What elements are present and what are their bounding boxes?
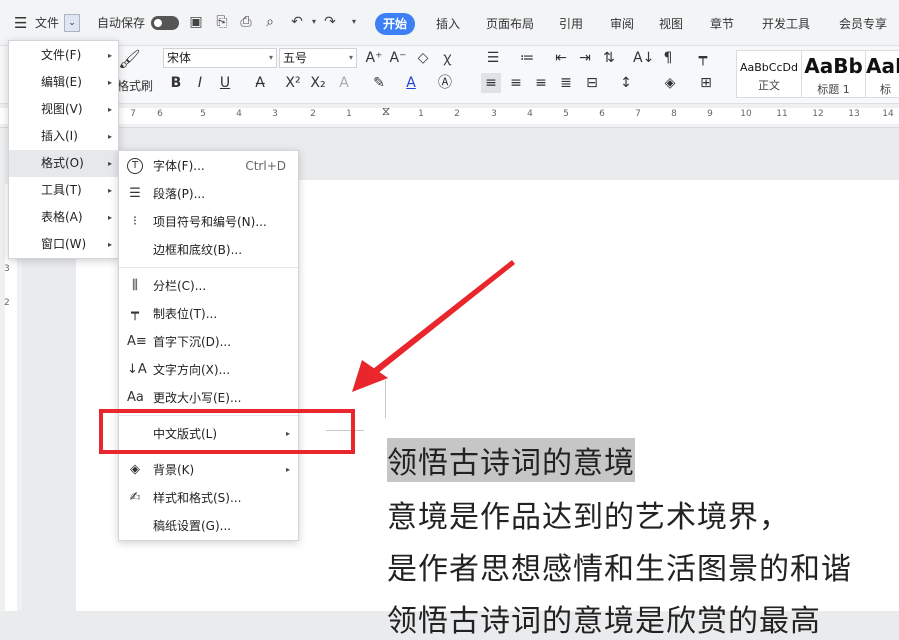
annotation-arrow-icon bbox=[352, 260, 515, 392]
